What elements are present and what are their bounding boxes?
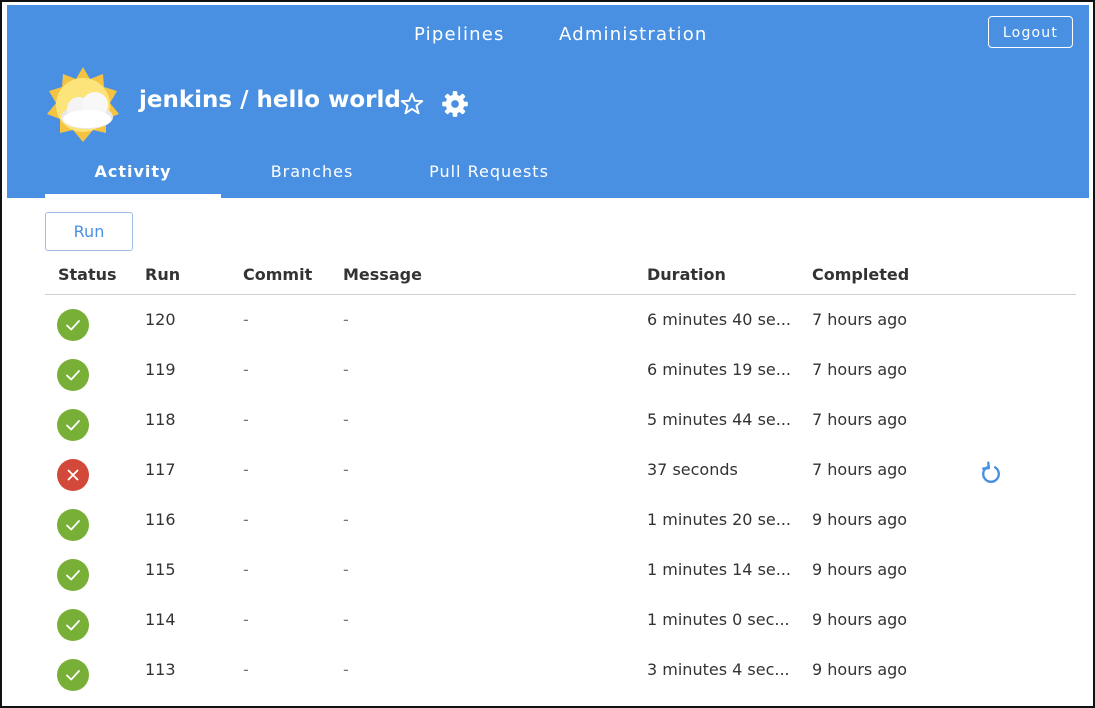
check-circle-icon — [57, 559, 89, 591]
tab-branches[interactable]: Branches — [227, 160, 397, 198]
table-row[interactable]: 120 - - 6 minutes 40 se... 7 hours ago — [45, 295, 1076, 345]
table-header: Status Run Commit Message Duration Compl… — [45, 258, 1076, 295]
row-commit: - — [243, 310, 249, 329]
x-circle-icon — [57, 459, 89, 491]
row-run-number: 118 — [145, 410, 176, 429]
check-circle-icon — [57, 309, 89, 341]
row-run-number: 119 — [145, 360, 176, 379]
row-duration: 6 minutes 40 se... — [647, 310, 791, 329]
row-completed: 9 hours ago — [812, 610, 908, 629]
row-run-number: 117 — [145, 460, 176, 479]
table-row[interactable]: 117 - - 37 seconds 7 hours ago — [45, 445, 1076, 495]
row-completed: 7 hours ago — [812, 410, 908, 429]
nav-pipelines-link[interactable]: Pipelines — [414, 24, 505, 45]
table-body: 120 - - 6 minutes 40 se... 7 hours ago 119 - - 6… — [45, 295, 1076, 695]
row-run-number: 115 — [145, 560, 176, 579]
row-completed: 7 hours ago — [812, 360, 908, 379]
check-circle-icon — [57, 409, 89, 441]
row-completed: 7 hours ago — [812, 310, 908, 329]
pipeline-title: jenkins / hello world — [139, 87, 401, 113]
table-row[interactable]: 114 - - 1 minutes 0 sec... 9 hours ago — [45, 595, 1076, 645]
column-header-message[interactable]: Message — [343, 265, 422, 284]
row-message: - — [343, 560, 349, 579]
row-run-number: 116 — [145, 510, 176, 529]
row-duration: 3 minutes 4 sec... — [647, 660, 790, 679]
row-duration: 1 minutes 14 se... — [647, 560, 791, 579]
check-circle-icon — [57, 359, 89, 391]
row-run-number: 114 — [145, 610, 176, 629]
row-message: - — [343, 360, 349, 379]
check-circle-icon — [57, 609, 89, 641]
gear-icon[interactable] — [441, 90, 469, 118]
row-message: - — [343, 310, 349, 329]
pipeline-header: Pipelines Administration Logout jenkins … — [7, 5, 1089, 198]
row-message: - — [343, 510, 349, 529]
weather-partly-sunny-icon — [47, 67, 119, 142]
row-message: - — [343, 410, 349, 429]
table-row[interactable]: 115 - - 1 minutes 14 se... 9 hours ago — [45, 545, 1076, 595]
check-circle-icon — [57, 659, 89, 691]
column-header-duration[interactable]: Duration — [647, 265, 726, 284]
table-row[interactable]: 116 - - 1 minutes 20 se... 9 hours ago — [45, 495, 1076, 545]
activity-table: Status Run Commit Message Duration Compl… — [45, 258, 1076, 695]
column-header-commit[interactable]: Commit — [243, 265, 312, 284]
row-completed: 9 hours ago — [812, 560, 908, 579]
row-duration: 6 minutes 19 se... — [647, 360, 791, 379]
table-row[interactable]: 113 - - 3 minutes 4 sec... 9 hours ago — [45, 645, 1076, 695]
column-header-status[interactable]: Status — [58, 265, 117, 284]
row-duration: 5 minutes 44 se... — [647, 410, 791, 429]
row-commit: - — [243, 510, 249, 529]
row-message: - — [343, 460, 349, 479]
row-duration: 37 seconds — [647, 460, 738, 479]
run-button[interactable]: Run — [45, 212, 133, 251]
star-outline-icon[interactable] — [399, 91, 425, 117]
row-completed: 7 hours ago — [812, 460, 908, 479]
row-run-number: 113 — [145, 660, 176, 679]
row-completed: 9 hours ago — [812, 660, 908, 679]
rerun-icon[interactable] — [978, 460, 1004, 486]
nav-administration-link[interactable]: Administration — [559, 24, 708, 45]
row-commit: - — [243, 610, 249, 629]
table-row[interactable]: 119 - - 6 minutes 19 se... 7 hours ago — [45, 345, 1076, 395]
row-commit: - — [243, 660, 249, 679]
row-run-number: 120 — [145, 310, 176, 329]
row-commit: - — [243, 560, 249, 579]
app-frame: Pipelines Administration Logout jenkins … — [0, 0, 1095, 708]
row-commit: - — [243, 410, 249, 429]
tab-pull-requests[interactable]: Pull Requests — [407, 160, 571, 198]
column-header-run[interactable]: Run — [145, 265, 180, 284]
tab-activity[interactable]: Activity — [45, 160, 221, 198]
table-row[interactable]: 118 - - 5 minutes 44 se... 7 hours ago — [45, 395, 1076, 445]
row-completed: 9 hours ago — [812, 510, 908, 529]
row-message: - — [343, 610, 349, 629]
row-commit: - — [243, 360, 249, 379]
logout-button[interactable]: Logout — [988, 16, 1073, 48]
column-header-completed[interactable]: Completed — [812, 265, 909, 284]
row-message: - — [343, 660, 349, 679]
check-circle-icon — [57, 509, 89, 541]
row-commit: - — [243, 460, 249, 479]
row-duration: 1 minutes 0 sec... — [647, 610, 790, 629]
row-duration: 1 minutes 20 se... — [647, 510, 791, 529]
